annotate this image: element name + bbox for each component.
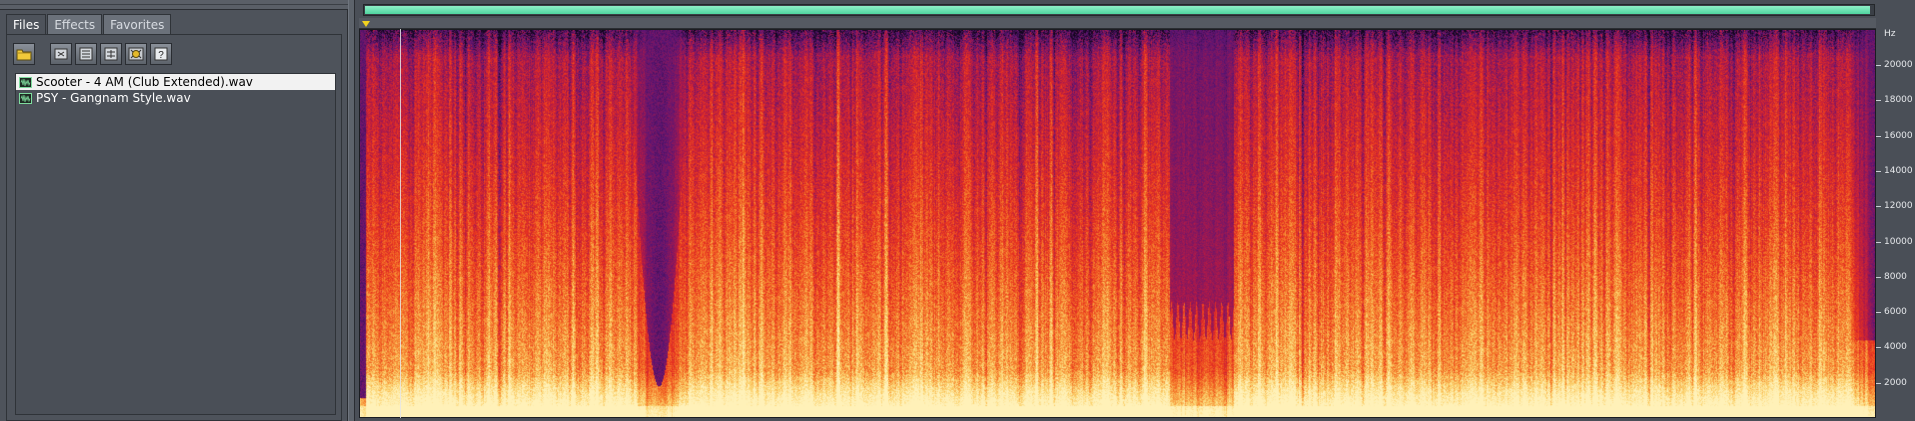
open-folder-icon	[16, 49, 32, 61]
tab-favorites[interactable]: Favorites	[103, 14, 172, 34]
auto-play-button[interactable]	[125, 43, 147, 65]
file-name: PSY - Gangnam Style.wav	[36, 91, 191, 105]
organizer-panel: Files Effects Favorites ? Scooter - 4 AM…	[0, 0, 348, 421]
panel-splitter[interactable]	[348, 0, 355, 421]
frequency-tick-label: 2000	[1884, 378, 1907, 388]
close-file-button[interactable]	[50, 43, 72, 65]
help-button[interactable]: ?	[150, 43, 172, 65]
file-item[interactable]: PSY - Gangnam Style.wav	[16, 90, 335, 106]
frequency-tick	[1876, 242, 1881, 243]
svg-text:?: ?	[158, 50, 164, 61]
frequency-axis: Hz 20000 18000 16000 14000 12000 10000 8000 600…	[1876, 29, 1915, 418]
overview-visible-range[interactable]	[365, 6, 1870, 14]
organizer-tabs: Files Effects Favorites	[6, 14, 172, 35]
close-all-button[interactable]	[75, 43, 97, 65]
frequency-tick	[1876, 383, 1881, 384]
spectral-frequency-display[interactable]	[359, 29, 1876, 418]
frequency-tick-label: 4000	[1884, 342, 1907, 352]
playback-cursor[interactable]	[400, 29, 401, 418]
frequency-tick	[1876, 65, 1881, 66]
frequency-tick-label: 10000	[1884, 237, 1913, 247]
file-item[interactable]: Scooter - 4 AM (Club Extended).wav	[16, 74, 335, 90]
files-toolbar: ?	[13, 43, 172, 67]
overview-scrollbar[interactable]	[363, 4, 1875, 16]
frequency-tick	[1876, 206, 1881, 207]
tab-effects[interactable]: Effects	[47, 14, 103, 34]
frequency-tick-label: 18000	[1884, 95, 1913, 105]
frequency-tick	[1876, 347, 1881, 348]
frequency-unit-label: Hz	[1884, 29, 1896, 39]
waveform-file-icon	[19, 92, 32, 104]
file-list[interactable]: Scooter - 4 AM (Club Extended).wav PSY -…	[15, 73, 336, 415]
close-all-icon	[79, 47, 93, 61]
playhead-marker-icon[interactable]	[362, 21, 370, 27]
panel-title-strip[interactable]	[0, 0, 348, 10]
auto-play-icon	[128, 47, 144, 61]
close-file-icon	[54, 48, 68, 60]
frequency-tick-label: 6000	[1884, 307, 1907, 317]
frequency-tick	[1876, 136, 1881, 137]
frequency-tick	[1876, 171, 1881, 172]
frequency-tick	[1876, 277, 1881, 278]
open-file-button[interactable]	[13, 43, 35, 65]
timeline-ruler[interactable]	[359, 18, 1876, 29]
close-unmodified-button[interactable]	[100, 43, 122, 65]
frequency-tick-label: 20000	[1884, 60, 1913, 70]
tab-files[interactable]: Files	[6, 14, 47, 35]
frequency-tick	[1876, 100, 1881, 101]
files-tab-panel: ? Scooter - 4 AM (Club Extended).wav PSY…	[6, 34, 342, 421]
waveform-file-icon	[19, 76, 32, 88]
close-unmodified-icon	[104, 47, 118, 61]
help-icon: ?	[154, 47, 168, 61]
frequency-tick-label: 16000	[1884, 131, 1913, 141]
frequency-tick	[1876, 312, 1881, 313]
frequency-tick-label: 14000	[1884, 166, 1913, 176]
editor-area: Hz 20000 18000 16000 14000 12000 10000 8000 600…	[355, 0, 1915, 421]
frequency-tick-label: 8000	[1884, 272, 1907, 282]
file-name: Scooter - 4 AM (Club Extended).wav	[36, 75, 253, 89]
frequency-tick-label: 12000	[1884, 201, 1913, 211]
